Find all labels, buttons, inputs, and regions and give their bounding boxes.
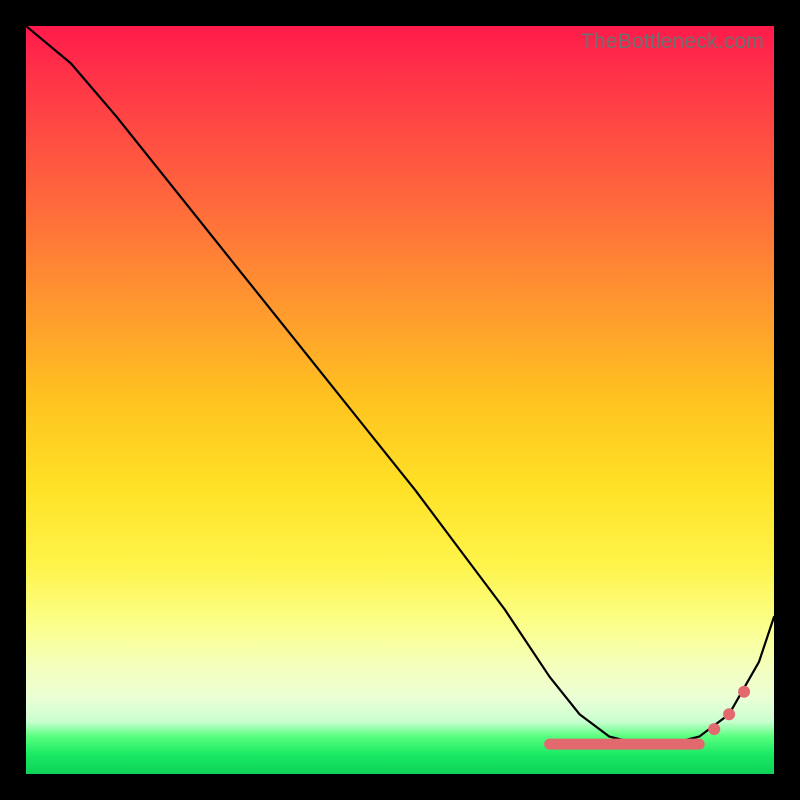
accent-dots-group bbox=[708, 686, 750, 735]
accent-dot bbox=[708, 723, 720, 735]
accent-dot bbox=[738, 686, 750, 698]
chart-svg bbox=[26, 26, 774, 774]
accent-dot bbox=[723, 708, 735, 720]
chart-frame: TheBottleneck.com bbox=[0, 0, 800, 800]
plot-area: TheBottleneck.com bbox=[26, 26, 774, 774]
watermark-text: TheBottleneck.com bbox=[581, 30, 764, 54]
bottleneck-curve bbox=[26, 26, 774, 744]
